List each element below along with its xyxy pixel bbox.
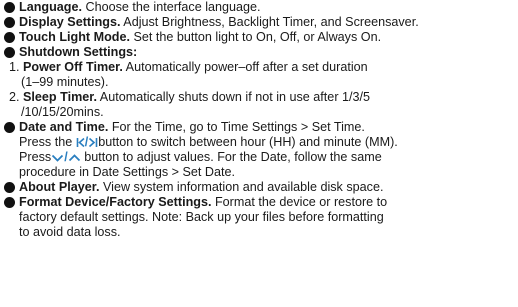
date-time-text-3a: Press [19,150,52,164]
format-device-text: Format the device or restore to [211,195,388,209]
power-off-timer-item: 1. Power Off Timer. Automatically power–… [3,60,514,90]
format-device-title: Format Device/Factory Settings. [19,195,212,209]
date-time-text: For the Time, go to Time Settings > Set … [108,120,365,134]
sleep-title: Sleep Timer. [23,90,97,104]
about-player-item: About Player. View system information an… [3,180,514,195]
format-device-text-3: to avoid data loss. [19,225,121,239]
date-time-text-3b: button to adjust values. For the Date, f… [80,150,382,164]
language-text: Choose the interface language. [81,0,261,14]
bullet-icon [4,2,15,13]
power-off-title: Power Off Timer. [23,60,123,74]
date-time-item: Date and Time. For the Time, go to Time … [3,120,514,180]
date-time-text-2b: button to switch between hour (HH) and m… [98,135,398,149]
up-chevron-icon [68,154,80,162]
next-icon [89,137,98,148]
bullet-icon [4,197,15,208]
manual-settings-page: Language. Choose the interface language.… [0,0,518,307]
power-off-num: 1. [9,60,24,74]
sleep-text-cont: /10/15/20mins. [21,105,104,119]
display-settings-text: Adjust Brightness, Backlight Timer, and … [120,15,419,29]
touch-light-text: Set the button light to On, Off, or Alwa… [130,30,382,44]
down-chevron-icon [52,154,64,162]
bullet-icon [4,122,15,133]
format-device-item: Format Device/Factory Settings. Format t… [3,195,514,240]
shutdown-settings-item: Shutdown Settings: [3,45,514,60]
power-off-text-cont: (1–99 minutes). [21,75,109,89]
sleep-num: 2. [9,90,24,104]
display-settings-item: Display Settings. Adjust Brightness, Bac… [3,15,514,30]
about-player-title: About Player. [19,180,100,194]
shutdown-settings-title: Shutdown Settings: [19,45,138,59]
bullet-icon [4,47,15,58]
bullet-icon [4,182,15,193]
sleep-timer-item: 2. Sleep Timer. Automatically shuts down… [3,90,514,120]
language-item: Language. Choose the interface language. [3,0,514,15]
prev-icon [76,137,85,148]
touch-light-title: Touch Light Mode. [19,30,130,44]
date-time-text-2a: Press the [19,135,76,149]
sleep-text: Automatically shuts down if not in use a… [97,90,371,104]
language-title: Language. [19,0,82,14]
date-time-text-4: procedure in Date Settings > Set Date. [19,165,235,179]
about-player-text: View system information and available di… [99,180,384,194]
bullet-icon [4,32,15,43]
date-time-title: Date and Time. [19,120,109,134]
power-off-text: Automatically power–off after a set dura… [122,60,368,74]
display-settings-title: Display Settings. [19,15,121,29]
format-device-text-2: factory default settings. Note: Back up … [19,210,384,224]
touch-light-item: Touch Light Mode. Set the button light t… [3,30,514,45]
bullet-icon [4,17,15,28]
